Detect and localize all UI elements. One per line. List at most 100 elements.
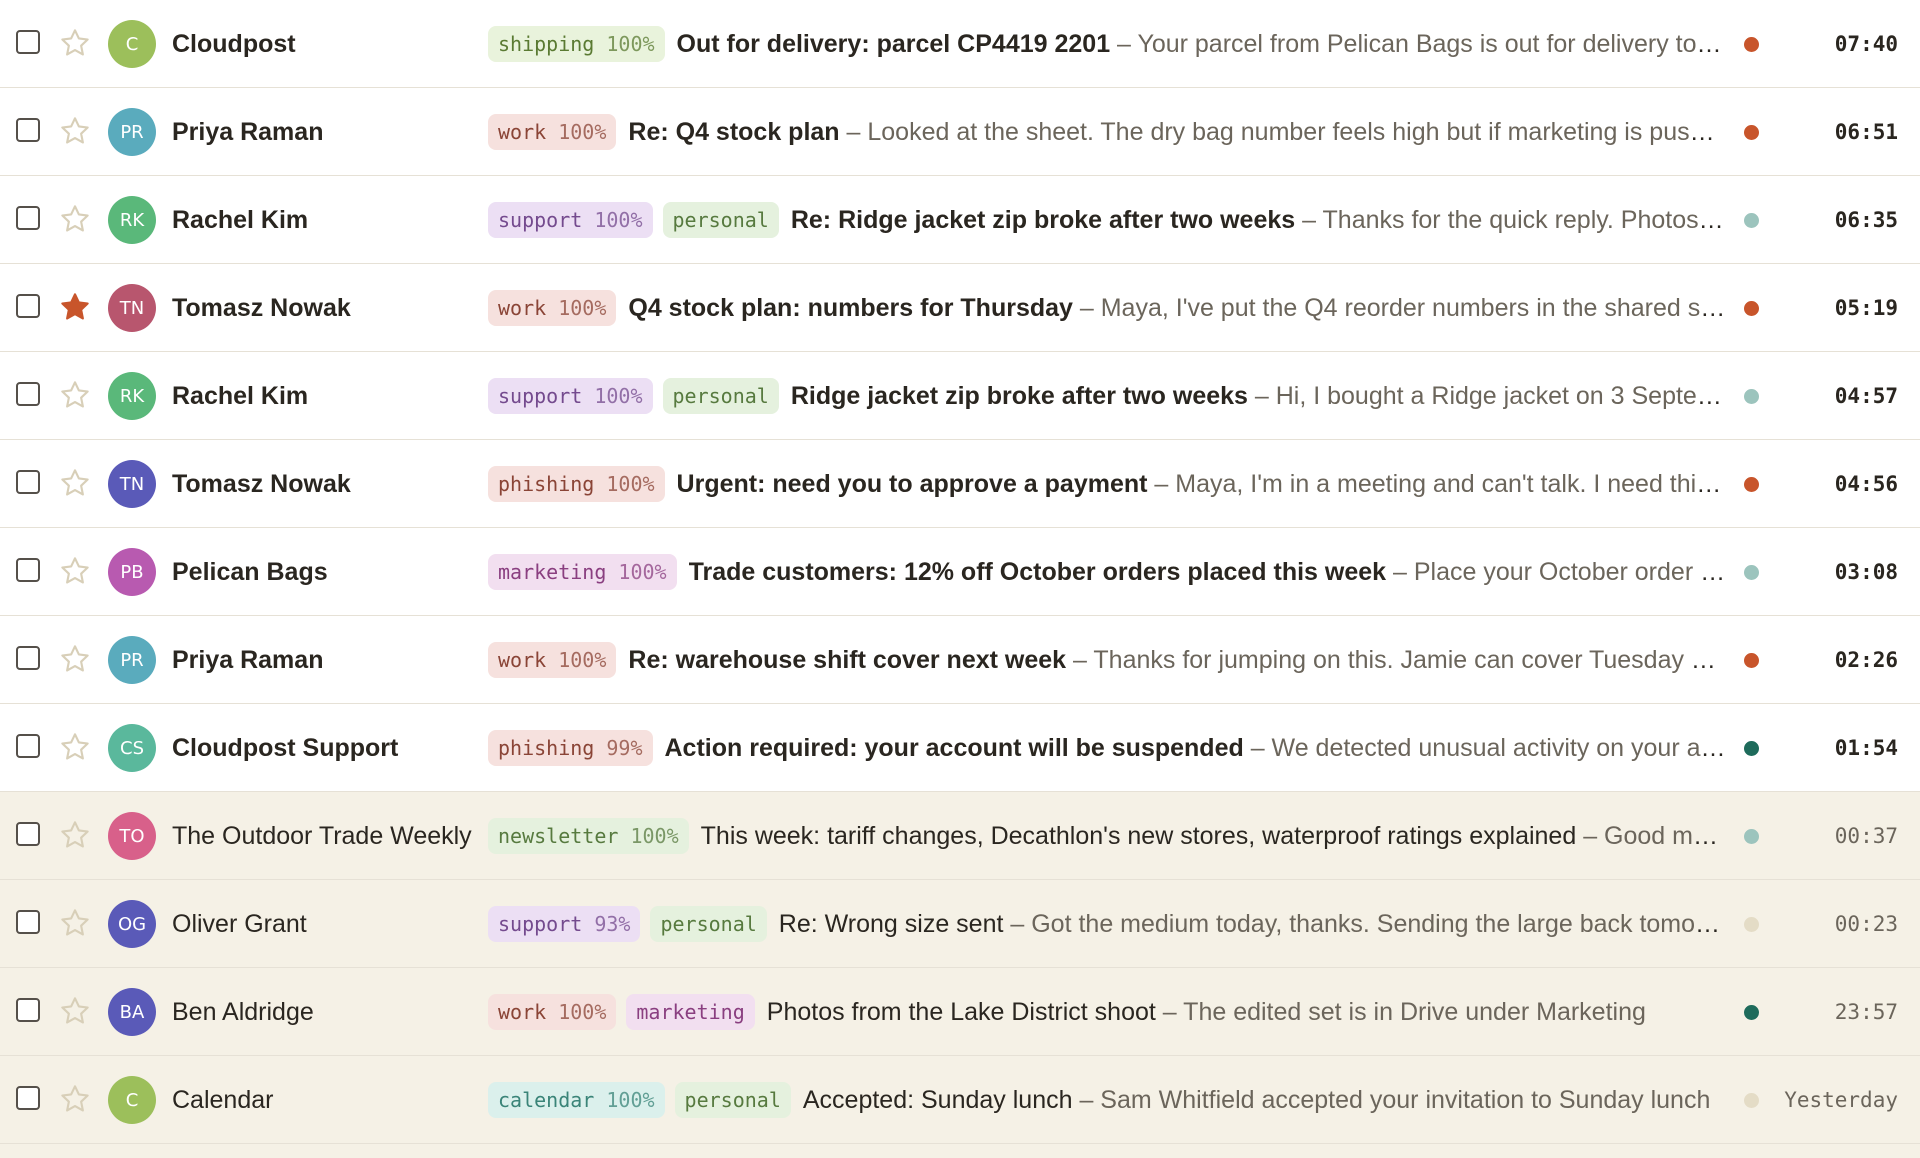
select-checkbox[interactable] <box>16 1086 40 1110</box>
email-row[interactable]: PR Priya Raman work 100% Re: warehouse s… <box>0 616 1920 704</box>
tag-confidence: 100% <box>606 1088 655 1112</box>
select-checkbox[interactable] <box>16 470 40 494</box>
email-content[interactable]: shipping 100% Out for delivery: parcel C… <box>488 0 1728 88</box>
tag-label: personal <box>684 1088 781 1112</box>
email-snippet: – Good morning <box>1583 821 1728 850</box>
star-icon[interactable] <box>59 1083 91 1115</box>
email-content[interactable]: calendar 100% personal Accepted: Sunday l… <box>488 1056 1728 1144</box>
star-icon[interactable] <box>59 995 91 1027</box>
email-row[interactable]: BA Ben Aldridge work 100% marketing Photo… <box>0 968 1920 1056</box>
subject-line: Action required: your account will be su… <box>665 734 1729 763</box>
star-icon[interactable] <box>59 907 91 939</box>
email-content[interactable]: support 100% personal Re: Ridge jacket zi… <box>488 176 1728 264</box>
email-row[interactable]: RK Rachel Kim support 100% personal Ridge… <box>0 352 1920 440</box>
avatar: BA <box>108 988 156 1036</box>
tag-group: support 100% personal <box>488 378 789 414</box>
sender-name: Rachel Kim <box>172 206 309 234</box>
subject-line: Accepted: Sunday lunch – Sam Whitfield a… <box>803 1086 1728 1115</box>
avatar: OG <box>108 900 156 948</box>
email-row[interactable]: TN Tomasz Nowak work 100% Q4 stock plan:… <box>0 264 1920 352</box>
subject-line: Re: Q4 stock plan – Looked at the sheet.… <box>628 118 1728 147</box>
star-icon[interactable] <box>59 379 91 411</box>
star-icon[interactable] <box>59 27 91 59</box>
tag-group: newsletter 100% <box>488 818 699 854</box>
star-icon[interactable] <box>59 291 91 323</box>
email-time: 00:37 <box>1834 824 1898 848</box>
select-checkbox[interactable] <box>16 206 40 230</box>
email-subject: Urgent: need you to approve a payment <box>676 469 1148 498</box>
tag-label: support <box>498 384 583 408</box>
email-subject: Re: Q4 stock plan <box>628 117 840 146</box>
email-content[interactable]: phishing 99% Action required: your accou… <box>488 704 1728 792</box>
email-subject: Trade customers: 12% off October orders … <box>688 557 1387 586</box>
email-row[interactable]: RK Rachel Kim support 100% personal Re: R… <box>0 176 1920 264</box>
email-row[interactable]: OG Oliver Grant support 93% personal Re: … <box>0 880 1920 968</box>
select-checkbox[interactable] <box>16 734 40 758</box>
email-row[interactable]: CS Cloudpost Support phishing 99% Action… <box>0 704 1920 792</box>
email-content[interactable]: support 93% personal Re: Wrong size sent … <box>488 880 1728 968</box>
star-icon[interactable] <box>59 819 91 851</box>
tag-support: support 100% <box>488 202 653 238</box>
email-time: 23:57 <box>1834 1000 1898 1024</box>
tag-label: marketing <box>498 560 607 584</box>
tag-marketing: marketing 100% <box>488 554 677 590</box>
email-content[interactable]: newsletter 100% This week: tariff change… <box>488 792 1728 880</box>
email-row[interactable]: TO The Outdoor Trade Weekly newsletter 1… <box>0 792 1920 880</box>
sender-name: Priya Raman <box>172 646 324 674</box>
email-snippet: – Sam Whitfield accepted your invitation… <box>1072 1085 1711 1114</box>
avatar: PB <box>108 548 156 596</box>
email-content[interactable]: support 100% personal Ridge jacket zip br… <box>488 352 1728 440</box>
email-content[interactable]: marketing 100% Trade customers: 12% off … <box>488 528 1728 616</box>
tag-work: work 100% <box>488 642 617 678</box>
avatar: TN <box>108 460 156 508</box>
avatar: TO <box>108 812 156 860</box>
star-icon[interactable] <box>59 203 91 235</box>
avatar: C <box>108 20 156 68</box>
tag-label: marketing <box>636 1000 745 1024</box>
email-content[interactable]: work 100% Re: Q4 stock plan – Looked at … <box>488 88 1728 176</box>
tag-label: support <box>498 208 583 232</box>
star-icon[interactable] <box>59 115 91 147</box>
select-checkbox[interactable] <box>16 294 40 318</box>
star-icon[interactable] <box>59 555 91 587</box>
star-icon[interactable] <box>59 731 91 763</box>
sender-name: Rachel Kim <box>172 382 309 410</box>
email-subject: Q4 stock plan: numbers for Thursday <box>628 293 1073 322</box>
email-time: 06:35 <box>1834 208 1898 232</box>
select-checkbox[interactable] <box>16 30 40 54</box>
tag-personal: personal <box>662 202 779 238</box>
status-dot <box>1744 1093 1759 1108</box>
email-content[interactable]: work 100% Re: warehouse shift cover next… <box>488 616 1728 704</box>
select-checkbox[interactable] <box>16 118 40 142</box>
subject-line: Re: warehouse shift cover next week – Th… <box>628 646 1728 675</box>
tag-personal: personal <box>662 378 779 414</box>
tag-marketing: marketing <box>626 994 755 1030</box>
subject-line: Ridge jacket zip broke after two weeks –… <box>791 382 1728 411</box>
select-checkbox[interactable] <box>16 910 40 934</box>
email-content[interactable]: work 100% marketing Photos from the Lake … <box>488 968 1728 1056</box>
avatar: C <box>108 1076 156 1124</box>
select-checkbox[interactable] <box>16 822 40 846</box>
select-checkbox[interactable] <box>16 382 40 406</box>
tag-group: work 100% marketing <box>488 994 765 1030</box>
email-row[interactable]: C Cloudpost shipping 100% Out for delive… <box>0 0 1920 88</box>
select-checkbox[interactable] <box>16 646 40 670</box>
email-subject: Ridge jacket zip broke after two weeks <box>790 381 1248 410</box>
star-icon[interactable] <box>59 643 91 675</box>
star-icon[interactable] <box>59 467 91 499</box>
email-snippet: – Place your October order by Friday <box>1392 557 1728 586</box>
subject-line: Photos from the Lake District shoot – Th… <box>767 998 1728 1027</box>
status-dot <box>1744 829 1759 844</box>
subject-line: Trade customers: 12% off October orders … <box>689 558 1728 587</box>
select-checkbox[interactable] <box>16 998 40 1022</box>
tag-label: shipping <box>498 32 595 56</box>
email-row[interactable]: TN Tomasz Nowak phishing 100% Urgent: ne… <box>0 440 1920 528</box>
tag-confidence: 100% <box>594 208 643 232</box>
tag-label: phishing <box>498 472 595 496</box>
email-row[interactable]: C Calendar calendar 100% personal Accepte… <box>0 1056 1920 1144</box>
email-content[interactable]: phishing 100% Urgent: need you to approv… <box>488 440 1728 528</box>
email-row[interactable]: PR Priya Raman work 100% Re: Q4 stock pl… <box>0 88 1920 176</box>
email-row[interactable]: PB Pelican Bags marketing 100% Trade cus… <box>0 528 1920 616</box>
select-checkbox[interactable] <box>16 558 40 582</box>
email-content[interactable]: work 100% Q4 stock plan: numbers for Thu… <box>488 264 1728 352</box>
